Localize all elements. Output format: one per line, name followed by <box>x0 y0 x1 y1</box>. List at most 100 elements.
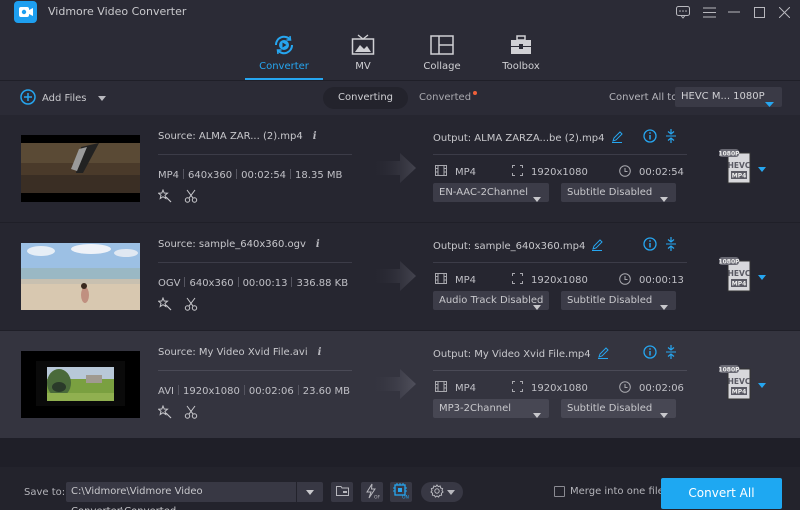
output-format: MP4 <box>435 381 476 395</box>
chevron-down-icon <box>660 298 668 317</box>
tab-mv-label: MV <box>355 61 371 72</box>
tab-toolbox[interactable]: Toolbox <box>481 32 561 80</box>
chevron-down-icon <box>306 487 314 498</box>
add-icon <box>20 89 36 108</box>
video-thumbnail[interactable] <box>21 351 140 418</box>
magic-wand-icon[interactable] <box>157 404 172 422</box>
gpu-acceleration-button[interactable]: ON <box>390 482 412 502</box>
badge-codec: HEVC <box>728 161 751 170</box>
file-row: Source: sample_640x360.ogv i OGV 640x360 00… <box>0 223 800 330</box>
magic-wand-icon[interactable] <box>157 296 172 314</box>
compress-icon[interactable] <box>665 129 677 146</box>
save-path-input[interactable]: C:\Vidmore\Vidmore Video Converter\Conve… <box>66 482 296 510</box>
video-thumbnail[interactable] <box>21 135 140 202</box>
audio-track-select[interactable]: MP3-2Channel <box>433 399 549 418</box>
merge-checkbox[interactable]: Merge into one file <box>554 486 664 497</box>
chevron-down-icon[interactable] <box>758 164 766 175</box>
chevron-down-icon <box>660 190 668 209</box>
badge-resolution: 1080P <box>718 367 740 374</box>
tab-converted[interactable]: Converted <box>404 87 486 109</box>
source-format: MP4 <box>158 170 180 181</box>
output-format-badge[interactable]: 1080P HEVC MP4 <box>718 149 758 185</box>
subtitle-select[interactable]: Subtitle Disabled <box>561 183 676 202</box>
output-info-icon[interactable] <box>643 237 657 254</box>
arrow-right-icon <box>370 369 416 399</box>
film-icon <box>435 165 447 179</box>
output-format-badge[interactable]: 1080P HEVC MP4 <box>718 365 758 401</box>
hardware-acceleration-button[interactable]: OFF <box>361 482 383 502</box>
tab-mv[interactable]: MV <box>323 32 403 80</box>
output-filename: Output: ALMA ZARZA...be (2).mp4 <box>433 131 623 146</box>
checkbox[interactable] <box>554 486 565 497</box>
minimize-icon[interactable] <box>725 3 743 21</box>
gpu-chip-icon: ON <box>392 482 410 502</box>
info-icon[interactable]: i <box>313 131 317 142</box>
divider <box>433 370 687 371</box>
settings-button[interactable] <box>421 482 463 502</box>
chevron-down-icon <box>533 190 541 209</box>
convert-all-to-label: Convert All to: <box>609 92 681 103</box>
feedback-icon[interactable] <box>674 3 692 21</box>
tab-collage-label: Collage <box>423 61 461 72</box>
gear-icon <box>429 483 444 501</box>
audio-track-select[interactable]: Audio Track Disabled <box>433 291 549 310</box>
chevron-down-icon[interactable] <box>758 272 766 283</box>
collage-icon <box>402 32 482 58</box>
edit-icon[interactable] <box>611 131 623 146</box>
open-folder-button[interactable] <box>331 482 353 502</box>
maximize-icon[interactable] <box>750 3 768 21</box>
info-icon[interactable]: i <box>316 239 320 250</box>
tab-converter[interactable]: Converter <box>244 32 324 80</box>
edit-icon[interactable] <box>597 347 609 362</box>
chevron-down-icon <box>446 487 455 498</box>
source-meta: OGV 640x360 00:00:13 336.88 KB <box>158 277 348 289</box>
add-files-button[interactable]: Add Files <box>20 89 107 108</box>
source-size: 23.60 MB <box>302 386 351 397</box>
output-duration: 00:00:13 <box>619 273 684 288</box>
badge-container: MP4 <box>732 173 747 180</box>
badge-resolution: 1080P <box>718 151 740 158</box>
save-path-dropdown[interactable] <box>297 482 323 502</box>
scissors-icon[interactable] <box>184 189 198 206</box>
divider <box>433 262 687 263</box>
output-info-icon[interactable] <box>643 345 657 362</box>
output-resolution: 1920x1080 <box>512 273 588 287</box>
tab-collage[interactable]: Collage <box>402 32 482 80</box>
source-size: 336.88 KB <box>296 278 349 289</box>
scissors-icon[interactable] <box>184 297 198 314</box>
output-format-badge[interactable]: 1080P HEVC MP4 <box>718 257 758 293</box>
compress-icon[interactable] <box>665 237 677 254</box>
info-icon[interactable]: i <box>318 347 322 358</box>
chevron-down-icon <box>533 406 541 425</box>
source-meta: MP4 640x360 00:02:54 18.35 MB <box>158 169 342 181</box>
edit-icon[interactable] <box>591 239 604 254</box>
audio-track-select[interactable]: EN-AAC-2Channel <box>433 183 549 202</box>
compress-icon[interactable] <box>665 345 677 362</box>
source-duration: 00:02:54 <box>241 170 287 181</box>
svg-text:ON: ON <box>402 494 409 499</box>
convert-all-button[interactable]: Convert All <box>661 478 782 509</box>
scissors-icon[interactable] <box>184 405 198 422</box>
convert-all-format-select[interactable]: HEVC M... 1080P <box>675 87 782 107</box>
magic-wand-icon[interactable] <box>157 188 172 206</box>
chevron-down-icon[interactable] <box>758 380 766 391</box>
svg-text:OFF: OFF <box>374 494 380 499</box>
video-thumbnail[interactable] <box>21 243 140 310</box>
title-bar: Vidmore Video Converter Converter MV Col… <box>0 0 800 80</box>
source-format: OGV <box>158 278 181 289</box>
source-filename: Source: My Video Xvid File.avi i <box>158 347 322 358</box>
subtitle-select[interactable]: Subtitle Disabled <box>561 399 676 418</box>
badge-codec: HEVC <box>728 269 751 278</box>
divider <box>158 262 352 263</box>
add-files-label: Add Files <box>42 93 87 104</box>
tab-converting[interactable]: Converting <box>323 87 409 109</box>
tab-converter-label: Converter <box>259 61 309 72</box>
output-info-icon[interactable] <box>643 129 657 146</box>
clock-icon <box>619 273 631 288</box>
source-format: AVI <box>158 386 174 397</box>
chevron-down-icon[interactable] <box>98 93 107 104</box>
menu-icon[interactable] <box>700 3 718 21</box>
subtitle-select[interactable]: Subtitle Disabled <box>561 291 676 310</box>
close-icon[interactable] <box>775 3 793 21</box>
divider <box>158 370 352 371</box>
